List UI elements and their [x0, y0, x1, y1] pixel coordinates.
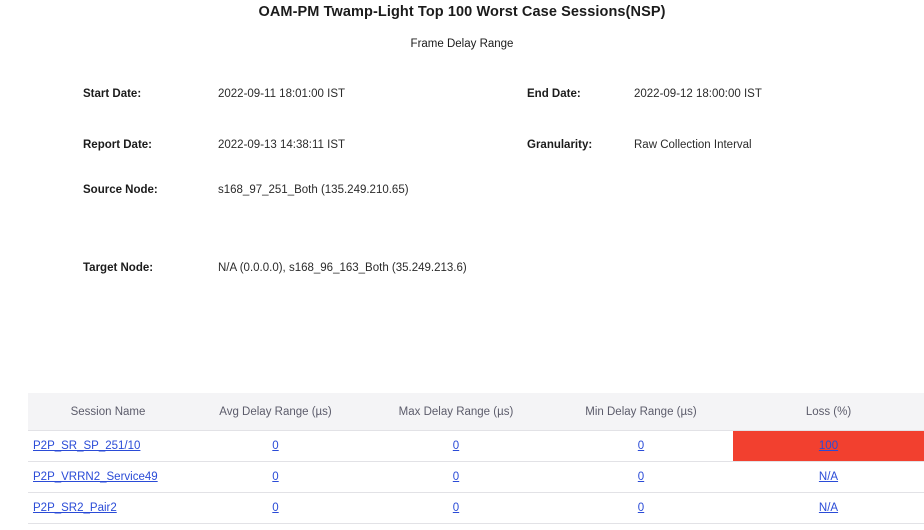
cell-session-name: P2P_SR2_Pair2 — [28, 492, 188, 524]
column-header-min-delay-range[interactable]: Min Delay Range (µs) — [549, 393, 733, 431]
max-delay-range-link[interactable]: 0 — [453, 440, 459, 452]
table-header-row: Session Name Avg Delay Range (µs) Max De… — [28, 393, 924, 431]
target-node-value: N/A (0.0.0.0), s168_96_163_Both (35.249.… — [218, 262, 467, 274]
sessions-table: Session Name Avg Delay Range (µs) Max De… — [28, 393, 924, 524]
table-body: P2P_SR_SP_251/10 0 0 0 100 P2P_VRRN2_Service4… — [28, 430, 924, 524]
cell-avg-delay-range: 0 — [188, 430, 363, 462]
source-node-label: Source Node: — [83, 184, 158, 196]
table-row: P2P_SR_SP_251/10 0 0 0 100 — [28, 430, 924, 462]
sessions-table-container: Session Name Avg Delay Range (µs) Max De… — [28, 393, 924, 524]
min-delay-range-link[interactable]: 0 — [638, 440, 644, 452]
source-node-value: s168_97_251_Both (135.249.210.65) — [218, 184, 409, 196]
table-row: P2P_VRRN2_Service49 0 0 0 N/A — [28, 461, 924, 493]
loss-pct-link[interactable]: 100 — [819, 440, 838, 452]
cell-session-name: P2P_VRRN2_Service49 — [28, 461, 188, 493]
column-header-session-name[interactable]: Session Name — [28, 393, 188, 431]
cell-min-delay-range: 0 — [549, 430, 733, 462]
cell-avg-delay-range: 0 — [188, 492, 363, 524]
max-delay-range-link[interactable]: 0 — [453, 471, 459, 483]
table-row: P2P_SR2_Pair2 0 0 0 N/A — [28, 492, 924, 524]
meta-row-target-node: Target Node: N/A (0.0.0.0), s168_96_163_… — [0, 262, 924, 284]
session-name-link[interactable]: P2P_VRRN2_Service49 — [33, 471, 158, 483]
meta-row-granularity: Granularity: Raw Collection Interval — [0, 139, 924, 161]
avg-delay-range-link[interactable]: 0 — [272, 502, 278, 514]
avg-delay-range-link[interactable]: 0 — [272, 440, 278, 452]
granularity-label: Granularity: — [527, 139, 593, 151]
column-header-avg-delay-range[interactable]: Avg Delay Range (µs) — [188, 393, 363, 431]
avg-delay-range-link[interactable]: 0 — [272, 471, 278, 483]
cell-session-name: P2P_SR_SP_251/10 — [28, 430, 188, 462]
column-header-max-delay-range[interactable]: Max Delay Range (µs) — [363, 393, 549, 431]
cell-loss-pct: N/A — [733, 461, 924, 493]
meta-row-source-node: Source Node: s168_97_251_Both (135.249.2… — [0, 184, 924, 206]
end-date-label: End Date: — [527, 88, 581, 100]
cell-max-delay-range: 0 — [363, 492, 549, 524]
cell-max-delay-range: 0 — [363, 461, 549, 493]
column-header-loss-pct[interactable]: Loss (%) — [733, 393, 924, 431]
cell-avg-delay-range: 0 — [188, 461, 363, 493]
loss-pct-link[interactable]: N/A — [819, 471, 838, 483]
page-title: OAM-PM Twamp-Light Top 100 Worst Case Se… — [258, 4, 666, 20]
cell-min-delay-range: 0 — [549, 461, 733, 493]
report-subtitle: Frame Delay Range — [410, 38, 514, 50]
cell-min-delay-range: 0 — [549, 492, 733, 524]
max-delay-range-link[interactable]: 0 — [453, 502, 459, 514]
loss-pct-link[interactable]: N/A — [819, 502, 838, 514]
cell-loss-pct: N/A — [733, 492, 924, 524]
meta-row-end-date: End Date: 2022-09-12 18:00:00 IST — [0, 88, 924, 110]
target-node-label: Target Node: — [83, 262, 154, 274]
table-header: Session Name Avg Delay Range (µs) Max De… — [28, 393, 924, 431]
min-delay-range-link[interactable]: 0 — [638, 471, 644, 483]
session-name-link[interactable]: P2P_SR2_Pair2 — [33, 502, 117, 514]
min-delay-range-link[interactable]: 0 — [638, 502, 644, 514]
report-metadata: Start Date: 2022-09-11 18:01:00 IST Repo… — [0, 88, 924, 298]
end-date-value: 2022-09-12 18:00:00 IST — [634, 88, 762, 100]
cell-max-delay-range: 0 — [363, 430, 549, 462]
granularity-value: Raw Collection Interval — [634, 139, 752, 151]
cell-loss-pct: 100 — [733, 430, 924, 462]
session-name-link[interactable]: P2P_SR_SP_251/10 — [33, 440, 140, 452]
